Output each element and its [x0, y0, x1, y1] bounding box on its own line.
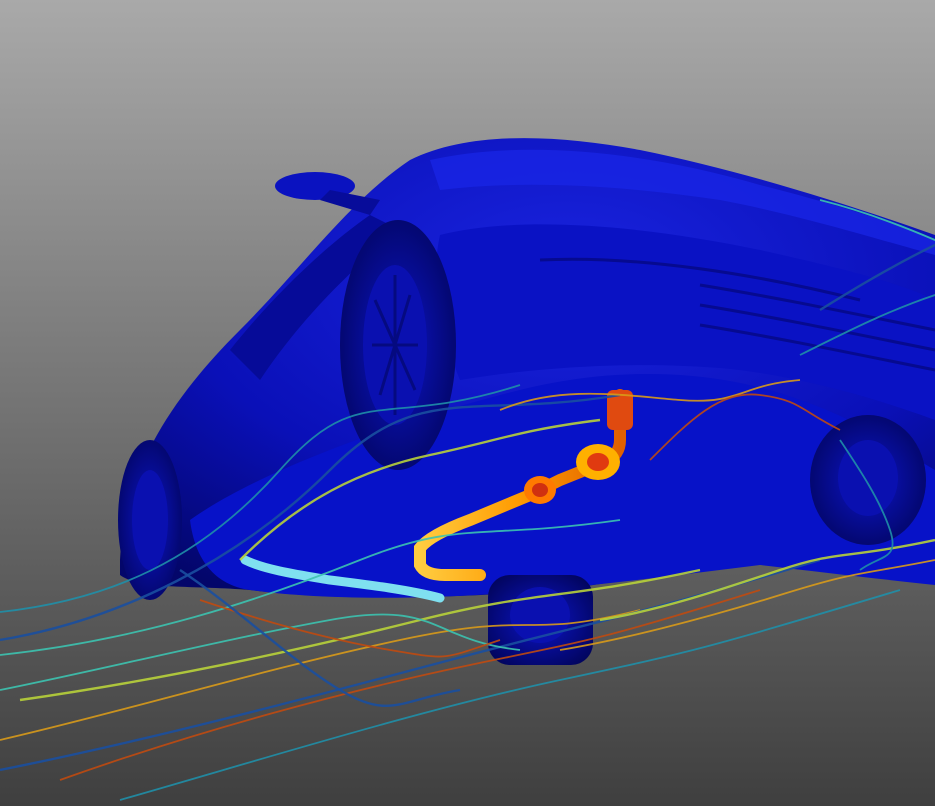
rear-left-wheel — [118, 440, 182, 600]
rear-right-wheel — [488, 575, 593, 665]
cfd-viewport — [0, 0, 935, 806]
front-left-wheel — [340, 220, 456, 470]
scene-canvas — [0, 0, 935, 806]
front-right-wheel — [810, 415, 926, 545]
rim — [510, 587, 570, 643]
converter-outlet — [587, 453, 609, 471]
rim — [132, 470, 168, 570]
resonator-outlet — [532, 483, 548, 497]
